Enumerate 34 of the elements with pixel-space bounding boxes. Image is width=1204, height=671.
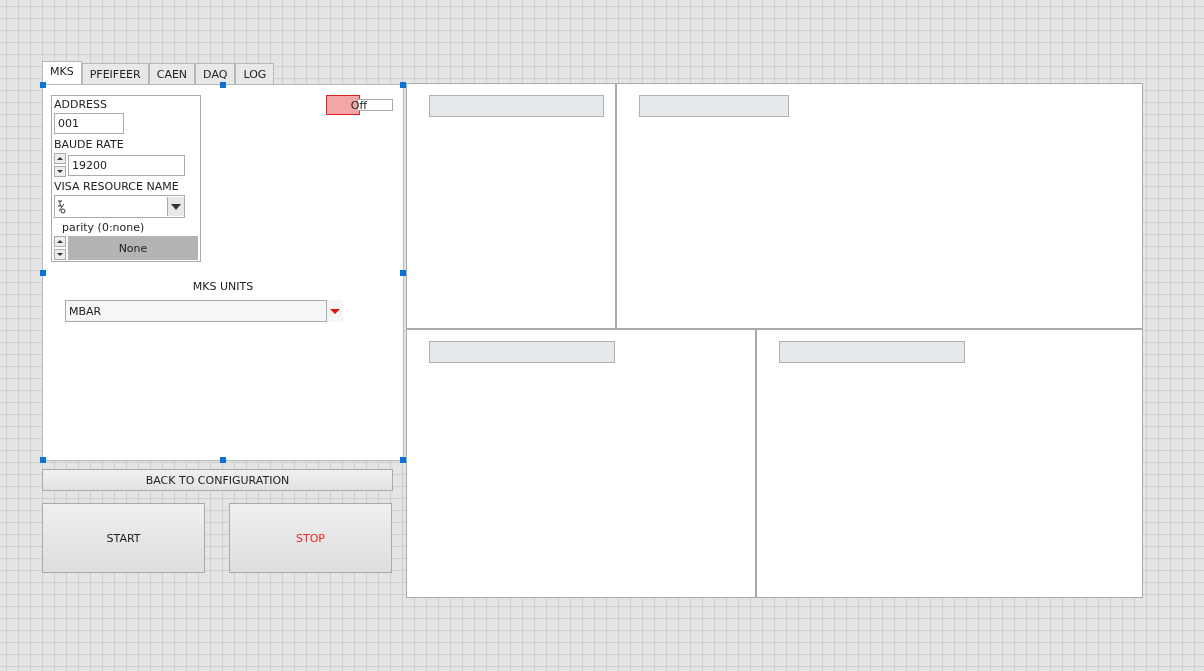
baud-rate-field[interactable]: 19200 [68, 154, 185, 176]
address-field[interactable]: 001 [54, 113, 124, 134]
start-button[interactable]: START [42, 503, 205, 573]
selection-handle[interactable] [400, 269, 406, 276]
selection-handle[interactable] [40, 457, 46, 463]
dropdown-icon[interactable] [327, 300, 343, 322]
stop-button[interactable]: STOP [229, 503, 392, 573]
units-field[interactable]: MBAR [65, 300, 327, 322]
back-to-configuration-button[interactable]: BACK TO CONFIGURATION [42, 469, 393, 491]
selection-handle[interactable] [400, 82, 406, 88]
selection-handle[interactable] [40, 269, 46, 276]
spin-down-icon[interactable] [54, 166, 66, 177]
tab[interactable]: CAEN [148, 63, 196, 84]
selection-handle[interactable] [40, 82, 46, 88]
selection-handle[interactable] [400, 457, 406, 463]
tab[interactable]: PFEIFEER [81, 63, 149, 84]
tab[interactable]: MKS [42, 61, 82, 84]
visa-resource-label: VISA RESOURCE NAME [54, 180, 180, 194]
units-label: MKS UNITS [192, 280, 254, 294]
baud-rate-label: BAUDE RATE [54, 138, 125, 152]
spin-down-icon[interactable] [54, 249, 66, 260]
parity-ring[interactable]: None [68, 236, 198, 260]
parity-label: parity (0:none) [62, 221, 146, 235]
address-label: ADDRESS [54, 98, 109, 112]
selection-handle[interactable] [220, 457, 226, 463]
tab[interactable]: LOG [235, 63, 275, 84]
dropdown-button[interactable] [167, 197, 184, 216]
tab[interactable]: DAQ [195, 63, 236, 84]
caret-icon [171, 203, 181, 210]
io-icon [57, 199, 66, 214]
visa-resource-field[interactable] [54, 195, 185, 218]
selection-handle[interactable] [220, 82, 226, 88]
spin-up-icon[interactable] [54, 236, 66, 247]
spin-up-icon[interactable] [54, 153, 66, 164]
